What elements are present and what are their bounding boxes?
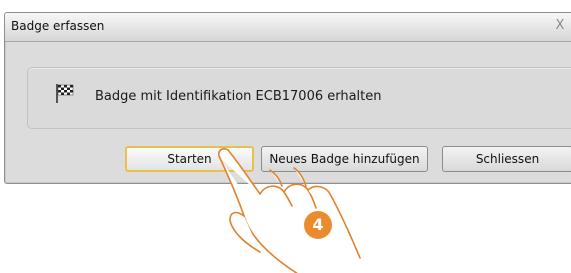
checkered-flag-icon xyxy=(54,82,76,104)
screenshot-stage: Badge erfassen X Badge mit Identifikatio… xyxy=(0,0,571,273)
close-button[interactable]: Schliessen xyxy=(442,146,571,172)
hand-pointer-icon xyxy=(217,147,361,273)
message-panel: Badge mit Identifikation ECB17006 erhalt… xyxy=(27,67,571,129)
message-text: Badge mit Identifikation ECB17006 erhalt… xyxy=(95,89,382,104)
dialog-title: Badge erfassen xyxy=(11,19,105,33)
step-number-badge: 4 xyxy=(304,211,332,239)
dialog-titlebar[interactable]: Badge erfassen X xyxy=(5,13,571,42)
close-icon[interactable]: X xyxy=(549,17,571,35)
